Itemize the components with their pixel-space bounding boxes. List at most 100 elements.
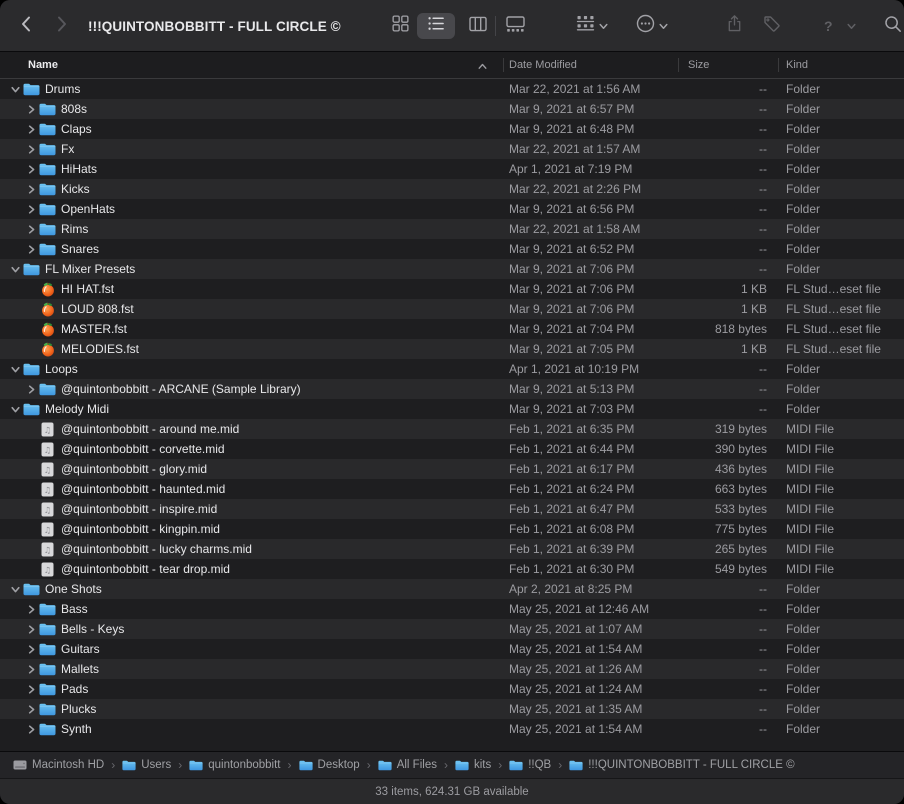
table-row[interactable]: MELODIES.fst Mar 9, 2021 at 7:05 PM 1 KB… xyxy=(0,339,904,359)
search-button[interactable] xyxy=(882,0,904,52)
date-modified: Mar 22, 2021 at 1:58 AM xyxy=(503,222,678,236)
file-name: HI HAT.fst xyxy=(61,282,114,296)
file-name: Fx xyxy=(61,142,74,156)
disclosure-chevron-icon[interactable] xyxy=(24,245,39,254)
disclosure-chevron-icon[interactable] xyxy=(24,225,39,234)
help-menu-button[interactable]: ? xyxy=(824,0,856,52)
table-row[interactable]: Pads May 25, 2021 at 1:24 AM -- Folder xyxy=(0,679,904,699)
column-header-size[interactable]: Size xyxy=(688,52,709,78)
disclosure-chevron-icon[interactable] xyxy=(24,665,39,674)
table-row[interactable]: Plucks May 25, 2021 at 1:35 AM -- Folder xyxy=(0,699,904,719)
path-item[interactable]: !!!QUINTONBOBBITT - FULL CIRCLE © xyxy=(569,759,794,771)
disclosure-chevron-icon[interactable] xyxy=(24,645,39,654)
table-row[interactable]: Melody Midi Mar 9, 2021 at 7:03 PM -- Fo… xyxy=(0,399,904,419)
table-row[interactable]: ♫ @quintonbobbitt - corvette.mid Feb 1, … xyxy=(0,439,904,459)
table-row[interactable]: HiHats Apr 1, 2021 at 7:19 PM -- Folder xyxy=(0,159,904,179)
disclosure-chevron-icon[interactable] xyxy=(24,705,39,714)
gallery-view-button[interactable] xyxy=(501,0,529,52)
table-row[interactable]: Bass May 25, 2021 at 12:46 AM -- Folder xyxy=(0,599,904,619)
file-size: 1 KB xyxy=(678,302,778,316)
disclosure-chevron-icon[interactable] xyxy=(24,685,39,694)
disclosure-chevron-icon[interactable] xyxy=(8,585,23,594)
table-row[interactable]: HI HAT.fst Mar 9, 2021 at 7:06 PM 1 KB F… xyxy=(0,279,904,299)
table-row[interactable]: Mallets May 25, 2021 at 1:26 AM -- Folde… xyxy=(0,659,904,679)
table-row[interactable]: MASTER.fst Mar 9, 2021 at 7:04 PM 818 by… xyxy=(0,319,904,339)
path-item[interactable]: Macintosh HD xyxy=(13,759,104,771)
table-row[interactable]: ♫ @quintonbobbitt - lucky charms.mid Feb… xyxy=(0,539,904,559)
disclosure-chevron-icon[interactable] xyxy=(24,185,39,194)
disclosure-chevron-icon[interactable] xyxy=(8,365,23,374)
path-separator-chevron: › xyxy=(367,758,371,772)
disclosure-chevron-icon[interactable] xyxy=(24,205,39,214)
table-row[interactable]: Claps Mar 9, 2021 at 6:48 PM -- Folder xyxy=(0,119,904,139)
disclosure-chevron-icon[interactable] xyxy=(24,385,39,394)
column-separator[interactable] xyxy=(778,58,779,72)
table-row[interactable]: ♫ @quintonbobbitt - tear drop.mid Feb 1,… xyxy=(0,559,904,579)
svg-text:♫: ♫ xyxy=(44,545,52,555)
date-modified: Mar 22, 2021 at 1:57 AM xyxy=(503,142,678,156)
file-kind: Folder xyxy=(778,202,904,216)
path-item[interactable]: Users xyxy=(122,759,171,771)
column-header-kind[interactable]: Kind xyxy=(786,52,808,78)
path-item[interactable]: Desktop xyxy=(299,759,360,771)
list-view-button[interactable] xyxy=(417,13,455,39)
table-row[interactable]: Rims Mar 22, 2021 at 1:58 AM -- Folder xyxy=(0,219,904,239)
table-row[interactable]: ♫ @quintonbobbitt - glory.mid Feb 1, 202… xyxy=(0,459,904,479)
share-button[interactable] xyxy=(722,0,746,52)
column-separator[interactable] xyxy=(678,58,679,72)
table-row[interactable]: Fx Mar 22, 2021 at 1:57 AM -- Folder xyxy=(0,139,904,159)
disclosure-chevron-icon[interactable] xyxy=(24,125,39,134)
column-view-button[interactable] xyxy=(465,0,491,52)
file-size: -- xyxy=(678,642,778,656)
path-item[interactable]: kits xyxy=(455,759,491,771)
disclosure-chevron-icon[interactable] xyxy=(8,265,23,274)
table-row[interactable]: One Shots Apr 2, 2021 at 8:25 PM -- Fold… xyxy=(0,579,904,599)
tag-button[interactable] xyxy=(760,0,784,52)
table-row[interactable]: @quintonbobbitt - ARCANE (Sample Library… xyxy=(0,379,904,399)
disclosure-chevron-icon[interactable] xyxy=(24,165,39,174)
file-kind: Folder xyxy=(778,622,904,636)
column-header-date-modified[interactable]: Date Modified xyxy=(509,52,577,78)
table-row[interactable]: Kicks Mar 22, 2021 at 2:26 PM -- Folder xyxy=(0,179,904,199)
table-row[interactable]: FL Mixer Presets Mar 9, 2021 at 7:06 PM … xyxy=(0,259,904,279)
folder-icon xyxy=(39,661,56,677)
midi-icon: ♫ xyxy=(39,501,56,517)
table-row[interactable]: ♫ @quintonbobbitt - inspire.mid Feb 1, 2… xyxy=(0,499,904,519)
icon-view-button[interactable] xyxy=(388,0,412,52)
date-modified: Feb 1, 2021 at 6:17 PM xyxy=(503,462,678,476)
table-row[interactable]: Snares Mar 9, 2021 at 6:52 PM -- Folder xyxy=(0,239,904,259)
disclosure-chevron-icon[interactable] xyxy=(8,405,23,414)
back-button[interactable] xyxy=(13,0,39,52)
path-item[interactable]: All Files xyxy=(378,759,437,771)
table-row[interactable]: ♫ @quintonbobbitt - haunted.mid Feb 1, 2… xyxy=(0,479,904,499)
table-row[interactable]: Drums Mar 22, 2021 at 1:56 AM -- Folder xyxy=(0,79,904,99)
disclosure-chevron-icon[interactable] xyxy=(24,605,39,614)
file-name: Loops xyxy=(45,362,78,376)
disclosure-chevron-icon[interactable] xyxy=(24,105,39,114)
file-name: @quintonbobbitt - lucky charms.mid xyxy=(61,542,252,556)
file-kind: MIDI File xyxy=(778,542,904,556)
disclosure-chevron-icon[interactable] xyxy=(24,145,39,154)
table-row[interactable]: Loops Apr 1, 2021 at 10:19 PM -- Folder xyxy=(0,359,904,379)
column-separator[interactable] xyxy=(503,58,504,72)
table-row[interactable]: ♫ @quintonbobbitt - around me.mid Feb 1,… xyxy=(0,419,904,439)
file-kind: MIDI File xyxy=(778,462,904,476)
folder-icon xyxy=(569,760,583,771)
more-actions-button[interactable] xyxy=(636,0,668,52)
column-header-name[interactable]: Name xyxy=(28,52,58,78)
table-row[interactable]: Guitars May 25, 2021 at 1:54 AM -- Folde… xyxy=(0,639,904,659)
table-row[interactable]: LOUD 808.fst Mar 9, 2021 at 7:06 PM 1 KB… xyxy=(0,299,904,319)
table-row[interactable]: 808s Mar 9, 2021 at 6:57 PM -- Folder xyxy=(0,99,904,119)
file-name: Bells - Keys xyxy=(61,622,124,636)
disclosure-chevron-icon[interactable] xyxy=(24,625,39,634)
path-item[interactable]: !!QB xyxy=(509,759,551,771)
table-row[interactable]: OpenHats Mar 9, 2021 at 6:56 PM -- Folde… xyxy=(0,199,904,219)
table-row[interactable]: ♫ @quintonbobbitt - kingpin.mid Feb 1, 2… xyxy=(0,519,904,539)
forward-button[interactable] xyxy=(49,0,75,52)
path-item[interactable]: quintonbobbitt xyxy=(189,759,280,771)
group-menu-button[interactable] xyxy=(576,0,608,52)
disclosure-chevron-icon[interactable] xyxy=(8,85,23,94)
table-row[interactable]: Bells - Keys May 25, 2021 at 1:07 AM -- … xyxy=(0,619,904,639)
disclosure-chevron-icon[interactable] xyxy=(24,725,39,734)
table-row[interactable]: Synth May 25, 2021 at 1:54 AM -- Folder xyxy=(0,719,904,739)
